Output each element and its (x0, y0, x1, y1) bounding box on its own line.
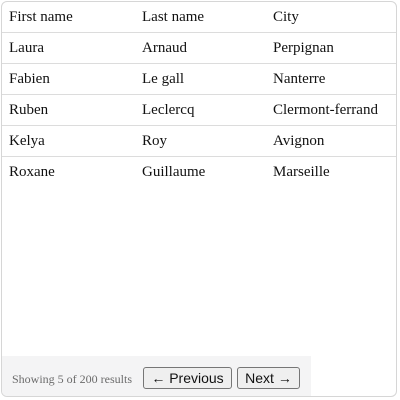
previous-page-button[interactable]: ← Previous (143, 367, 232, 389)
table-row: Kelya Roy Avignon (2, 125, 396, 157)
cell-first-name: Ruben (2, 94, 135, 126)
table-row: Fabien Le gall Nanterre (2, 63, 396, 95)
column-header-first-name: First name (2, 2, 135, 33)
table-row: Roxane Guillaume Marseille (2, 157, 396, 188)
next-page-button[interactable]: Next → (237, 367, 300, 389)
table-row: Laura Arnaud Perpignan (2, 32, 396, 64)
cell-last-name: Roy (135, 125, 267, 157)
results-panel: First name Last name City Laura Arnaud P… (1, 1, 397, 397)
cell-first-name: Fabien (2, 63, 135, 95)
pagination-status: Showing 5 of 200 results (12, 372, 132, 386)
cell-last-name: Arnaud (135, 32, 267, 64)
cell-first-name: Kelya (2, 125, 135, 157)
cell-first-name: Roxane (9, 163, 55, 180)
cell-last-name: Le gall (135, 63, 267, 95)
cell-city: Clermont-ferrand (267, 94, 396, 126)
cell-first-name: Laura (2, 32, 135, 64)
column-header-last-name: Last name (135, 2, 267, 33)
cell-last-name: Guillaume (142, 163, 206, 180)
pagination-footer: Showing 5 of 200 results ← Previous Next… (2, 356, 311, 396)
results-table: First name Last name City Laura Arnaud P… (2, 2, 396, 188)
column-header-city: City (267, 2, 396, 33)
table-row: Ruben Leclercq Clermont-ferrand (2, 94, 396, 126)
cell-city: Perpignan (267, 32, 396, 64)
cell-last-name: Leclercq (135, 94, 267, 126)
cell-city: Marseille (273, 163, 330, 180)
table-header-row: First name Last name City (2, 2, 396, 33)
cell-city: Avignon (267, 125, 396, 157)
cell-city: Nanterre (267, 63, 396, 95)
